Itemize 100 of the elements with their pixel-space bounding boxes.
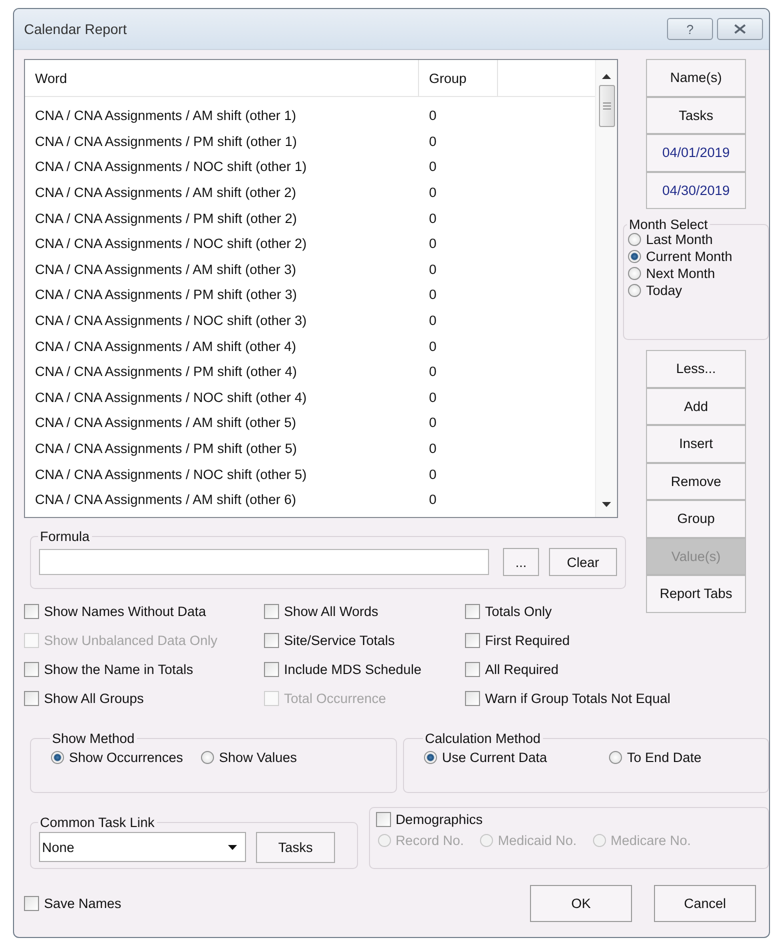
table-cell-text: CNA / CNA Assignments / PM shift (other 1) xyxy=(34,134,298,149)
checkbox-label: Warn if Group Totals Not Equal xyxy=(485,690,670,706)
checkbox[interactable] xyxy=(24,604,39,618)
table-cell-text: CNA / CNA Assignments / AM shift (other 5) xyxy=(34,415,298,430)
checkbox[interactable] xyxy=(264,604,279,618)
checkbox-label: Site/Service Totals xyxy=(284,632,395,648)
table-cell-text: 0 xyxy=(428,390,438,405)
close-button[interactable] xyxy=(717,18,763,40)
checkbox[interactable] xyxy=(465,690,480,706)
radio-label: Medicaid No. xyxy=(498,832,577,848)
side-button[interactable]: Tasks xyxy=(646,96,746,134)
checkbox[interactable] xyxy=(264,662,279,676)
group-title: Common Task Link xyxy=(39,814,156,830)
checkbox[interactable] xyxy=(465,604,480,618)
ok-button[interactable]: OK xyxy=(530,884,632,922)
column-header[interactable]: Word xyxy=(25,60,419,96)
window-title: Calendar Report xyxy=(24,21,127,37)
checkbox-label: First Required xyxy=(485,632,570,648)
table-cell-text: 0 xyxy=(428,134,438,149)
side-button[interactable]: Name(s) xyxy=(646,59,746,96)
side-button[interactable]: Less... xyxy=(646,350,746,388)
table-cell-text: CNA / CNA Assignments / NOC shift (other 2) xyxy=(34,236,308,252)
radio-label: Medicare No. xyxy=(610,832,691,848)
checkbox-label: Show All Groups xyxy=(44,690,144,706)
scroll-up-icon[interactable] xyxy=(602,74,611,79)
radio-label: Use Current Data xyxy=(442,750,548,764)
table-cell-text: 0 xyxy=(428,466,438,482)
task-link-dropdown[interactable]: None xyxy=(39,832,246,862)
radio-label: Show Occurrences xyxy=(69,750,184,764)
checkbox-label: Show Names Without Data xyxy=(44,604,206,618)
checkbox[interactable] xyxy=(24,896,39,910)
checkbox-label: Demographics xyxy=(396,812,483,826)
group-title: Month Select xyxy=(628,217,709,232)
radio-label: Today xyxy=(646,283,682,298)
checkbox-label: All Required xyxy=(485,662,559,676)
checkbox[interactable] xyxy=(264,632,279,648)
side-button[interactable]: Add xyxy=(646,388,746,425)
scrollbar[interactable] xyxy=(595,60,617,517)
table-cell-text: 0 xyxy=(428,262,438,277)
radio-button[interactable] xyxy=(628,267,641,280)
radio-button[interactable] xyxy=(51,750,64,764)
checkbox-label: Show the Name in Totals xyxy=(44,662,194,676)
table-cell-text: 0 xyxy=(428,313,438,328)
radio-button[interactable] xyxy=(609,750,622,764)
table-cell-text: CNA / CNA Assignments / NOC shift (other 1) xyxy=(34,159,308,174)
table-cell-text: CNA / CNA Assignments / NOC shift (other 3) xyxy=(34,313,308,328)
table-cell-text: CNA / CNA Assignments / NOC shift (other 4) xyxy=(34,390,308,405)
table-cell-text: 0 xyxy=(428,159,438,174)
formula-field[interactable] xyxy=(39,549,489,575)
table-cell-text: 0 xyxy=(428,415,438,430)
table-cell-text: CNA / CNA Assignments / AM shift (other 1) xyxy=(34,108,298,124)
side-button[interactable]: Report Tabs xyxy=(646,575,746,612)
checkbox-label: Include MDS Schedule xyxy=(284,662,422,676)
table-cell-text: CNA / CNA Assignments / NOC shift (other 5) xyxy=(34,466,308,482)
radio-button[interactable] xyxy=(201,750,214,764)
table-cell-text: CNA / CNA Assignments / PM shift (other 2) xyxy=(34,210,298,226)
group-title: Calculation Method xyxy=(424,730,542,746)
checkbox-label: Total Occurrence xyxy=(284,690,386,706)
table-cell-text: 0 xyxy=(428,364,438,380)
table-cell-text: CNA / CNA Assignments / PM shift (other 5) xyxy=(34,441,298,456)
help-button[interactable]: ? xyxy=(667,18,713,40)
dropdown-value: None xyxy=(42,840,74,854)
side-button[interactable]: Group xyxy=(646,500,746,538)
cancel-button[interactable]: Cancel xyxy=(654,884,756,922)
checkbox-label: Totals Only xyxy=(485,604,552,618)
radio-label: Record No. xyxy=(396,832,464,848)
radio-label: Next Month xyxy=(646,266,716,281)
checkbox-label: Show All Words xyxy=(284,604,378,618)
table-cell-text: CNA / CNA Assignments / PM shift (other 4) xyxy=(34,364,298,380)
side-button[interactable]: Insert xyxy=(646,425,746,462)
radio-label: Show Values xyxy=(219,750,297,764)
column-header[interactable]: Group xyxy=(419,60,498,96)
radio-button[interactable] xyxy=(628,233,641,246)
table-cell-text: 0 xyxy=(428,441,438,456)
radio-label: Last Month xyxy=(646,232,713,247)
side-button[interactable]: Remove xyxy=(646,462,746,500)
checkbox[interactable] xyxy=(24,662,39,676)
clear-button[interactable]: Clear xyxy=(549,548,617,576)
scroll-down-icon[interactable] xyxy=(602,502,611,507)
table-cell-text: CNA / CNA Assignments / PM shift (other 3) xyxy=(34,287,298,302)
group-title: Formula xyxy=(39,529,91,544)
table-cell-text: 0 xyxy=(428,108,438,124)
radio-button[interactable] xyxy=(424,750,437,764)
scroll-thumb[interactable] xyxy=(598,85,614,127)
table-cell-text: CNA / CNA Assignments / AM shift (other 6) xyxy=(34,492,298,508)
date-button[interactable]: 04/01/2019 xyxy=(646,134,746,172)
date-button[interactable]: 04/30/2019 xyxy=(646,172,746,209)
tasks-button[interactable]: Tasks xyxy=(256,832,335,862)
checkbox[interactable] xyxy=(465,662,480,676)
table-cell-text: 0 xyxy=(428,338,438,354)
checkbox-label: Show Unbalanced Data Only xyxy=(44,632,218,648)
browse-button[interactable]: ... xyxy=(503,548,539,576)
table-cell-text: 0 xyxy=(428,492,438,508)
checkbox[interactable] xyxy=(376,812,391,826)
table-cell-text: CNA / CNA Assignments / AM shift (other 2) xyxy=(34,185,298,200)
radio-button[interactable] xyxy=(628,284,641,297)
table-cell-text: 0 xyxy=(428,210,438,226)
checkbox[interactable] xyxy=(24,690,39,706)
radio-button[interactable] xyxy=(628,250,641,263)
checkbox[interactable] xyxy=(465,632,480,648)
